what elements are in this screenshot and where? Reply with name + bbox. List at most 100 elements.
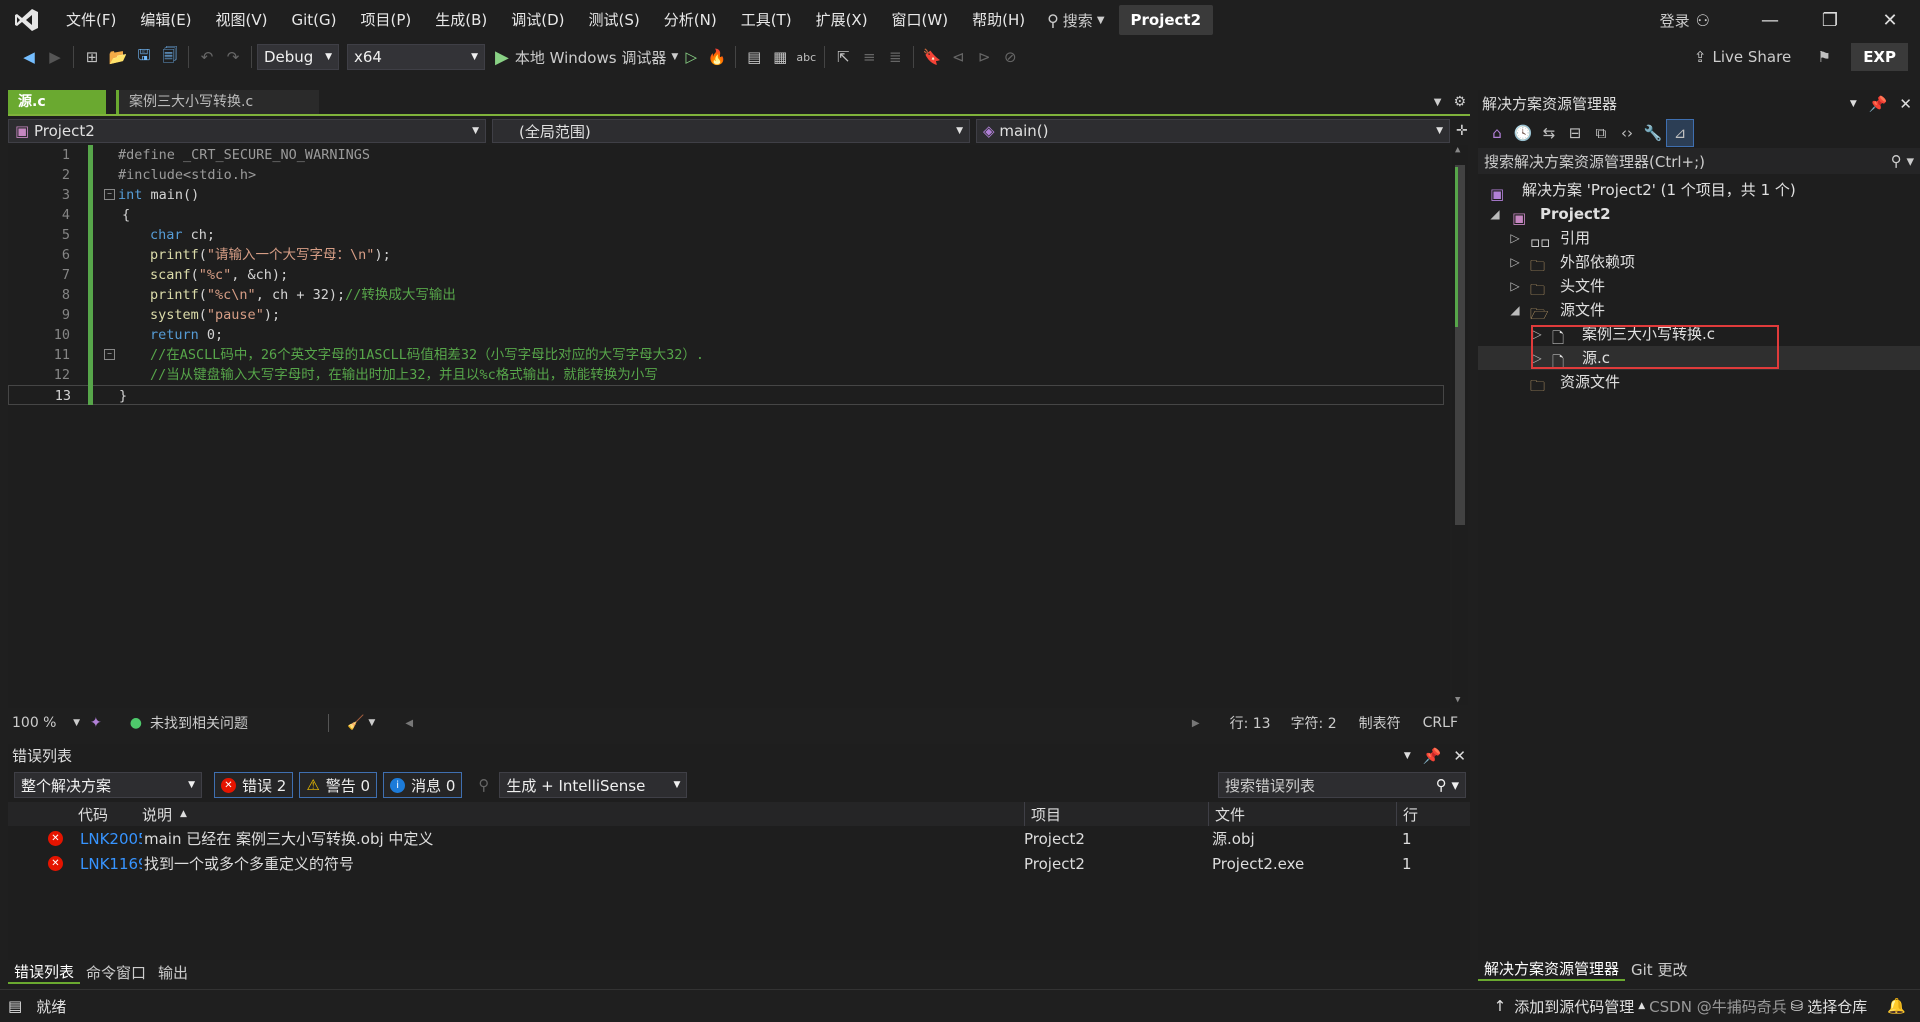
menu-help[interactable]: 帮助(H) [960, 0, 1037, 40]
scope-dropdown[interactable]: (全局范围) ▼ [492, 119, 970, 143]
eol-indicator[interactable]: CRLF [1423, 715, 1458, 731]
filter-icon[interactable]: ⚲ [478, 776, 489, 794]
tab-case-conversion-c[interactable]: 案例三大小写转换.c [116, 90, 319, 114]
exp-badge[interactable]: EXP [1851, 43, 1908, 71]
column-project[interactable]: 项目 [1024, 802, 1061, 826]
tab-output[interactable]: 输出 [152, 962, 194, 983]
tree-item-solution[interactable]: ▣ 解决方案 'Project2' (1 个项目，共 1 个) [1478, 178, 1920, 203]
member-dropdown[interactable]: ◈ main() ▼ [976, 119, 1450, 143]
scroll-right-icon[interactable]: ▶ [1192, 718, 1200, 729]
clear-bookmarks-icon[interactable]: ⊘ [997, 44, 1023, 70]
menu-git[interactable]: Git(G) [280, 0, 349, 40]
issues-status[interactable]: 未找到相关问题 [150, 713, 248, 733]
menu-debug[interactable]: 调试(D) [499, 0, 576, 40]
menu-window[interactable]: 窗口(W) [880, 0, 961, 40]
intellicode-icon[interactable]: ✦ [90, 715, 102, 731]
menu-analyze[interactable]: 分析(N) [652, 0, 729, 40]
expanded-arrow-icon[interactable]: ◢ [1488, 202, 1502, 226]
start-debugging-button[interactable]: ▶ 本地 Windows 调试器 ▼ [495, 47, 678, 68]
close-icon[interactable]: ✕ [1453, 744, 1466, 768]
forward-icon[interactable]: ▶ [42, 44, 68, 70]
menu-edit[interactable]: 编辑(E) [128, 0, 203, 40]
collapse-icon[interactable]: − [104, 189, 115, 200]
tab-source-c[interactable]: 源.c [8, 90, 106, 114]
tree-item-external-deps[interactable]: ▷ 🗀 外部依赖项 [1478, 250, 1920, 275]
menu-view[interactable]: 视图(V) [204, 0, 280, 40]
tab-solution-explorer[interactable]: 解决方案资源管理器 [1478, 958, 1626, 981]
tree-item-references[interactable]: ▷ ▫▫ 引用 [1478, 226, 1920, 251]
scroll-down-icon[interactable]: ▼ [1455, 695, 1460, 705]
properties-wrench-icon[interactable]: 🔧 [1640, 120, 1666, 146]
tree-item-header-files[interactable]: ▷ 🗀 头文件 [1478, 274, 1920, 299]
menu-extensions[interactable]: 扩展(X) [804, 0, 880, 40]
preview-icon[interactable]: ⊿ [1666, 119, 1694, 147]
live-share-button[interactable]: ⇪ Live Share [1694, 48, 1791, 66]
column-line[interactable]: 行 [1396, 802, 1418, 826]
column-file[interactable]: 文件 [1208, 802, 1245, 826]
panel-dropdown-icon[interactable]: ▼ [1404, 744, 1411, 768]
warnings-filter-button[interactable]: ⚠ 警告 0 [299, 772, 378, 798]
uncomment-icon[interactable]: ≣ [882, 44, 908, 70]
tab-git-changes[interactable]: Git 更改 [1625, 959, 1693, 980]
comment-icon[interactable]: ≡ [856, 44, 882, 70]
platform-select[interactable]: x64 ▼ [347, 44, 485, 70]
zoom-dropdown[interactable]: 100 % ▼ [8, 715, 84, 731]
column-code[interactable]: 代码 [78, 802, 108, 826]
sync-icon[interactable]: ⇆ [1536, 120, 1562, 146]
output-icon[interactable]: ▤ [8, 997, 22, 1015]
close-icon[interactable]: ✕ [1899, 92, 1912, 116]
build-source-select[interactable]: 生成 + IntelliSense ▼ [499, 772, 688, 798]
panel-dropdown-icon[interactable]: ▼ [1850, 92, 1857, 116]
error-row[interactable]: ✕ LNK2005 main 已经在 案例三大小写转换.obj 中定义 Proj… [8, 826, 1470, 851]
collapse-all-icon[interactable]: ⊟ [1562, 120, 1588, 146]
project-dropdown[interactable]: ▣ Project2 ▼ [8, 119, 486, 143]
settings-gear-icon[interactable]: ⚙ [1453, 94, 1466, 110]
tabs-indicator[interactable]: 制表符 [1359, 713, 1401, 733]
expanded-arrow-icon[interactable]: ◢ [1508, 298, 1522, 322]
open-folder-icon[interactable]: 📂 [105, 44, 131, 70]
code-editor[interactable]: 1 #define _CRT_SECURE_NO_WARNINGS 2 #inclu… [8, 145, 1468, 708]
undo-icon[interactable]: ↶ [194, 44, 220, 70]
tree-item-project[interactable]: ◢ ▣ Project2 [1478, 202, 1920, 227]
menu-test[interactable]: 测试(S) [577, 0, 652, 40]
error-code-link[interactable]: LNK2005 [80, 826, 142, 851]
visual-studio-logo-icon[interactable] [0, 0, 54, 40]
error-code-link[interactable]: LNK1169 [80, 851, 142, 876]
history-icon[interactable]: 🕓 [1510, 120, 1536, 146]
pin-icon[interactable]: 📌 [1423, 744, 1442, 768]
error-search-input[interactable]: 搜索错误列表 ⚲ ▾ [1218, 772, 1466, 798]
save-all-icon[interactable]: 🗐 [157, 44, 183, 70]
select-repository[interactable]: 选择仓库 [1807, 996, 1867, 1017]
scroll-up-icon[interactable]: ▲ [1455, 145, 1460, 155]
column-description[interactable]: 说明 ▲ [142, 802, 187, 826]
home-icon[interactable]: ⌂ [1484, 120, 1510, 146]
add-to-source-control[interactable]: 添加到源代码管理 [1514, 996, 1634, 1017]
collapse-icon[interactable]: − [104, 349, 115, 360]
tab-command-window[interactable]: 命令窗口 [80, 962, 152, 983]
login-link[interactable]: 登录 [1660, 10, 1690, 31]
solution-search-input[interactable]: 搜索解决方案资源管理器(Ctrl+;) ⚲ ▾ [1478, 148, 1920, 174]
errors-filter-button[interactable]: ✕ 错误 2 [214, 772, 294, 798]
error-row[interactable]: ✕ LNK1169 找到一个或多个多重定义的符号 Project2 Projec… [8, 851, 1470, 876]
split-editor-icon[interactable]: ✛ [1456, 123, 1468, 139]
tab-error-list[interactable]: 错误列表 [8, 961, 81, 984]
restore-button[interactable]: ❐ [1800, 0, 1860, 40]
close-button[interactable]: ✕ [1860, 0, 1920, 40]
spell-check-icon[interactable]: abc [793, 44, 819, 70]
menu-tools[interactable]: 工具(T) [729, 0, 804, 40]
menu-project[interactable]: 项目(P) [349, 0, 424, 40]
code-view-icon[interactable]: ‹› [1614, 120, 1640, 146]
cursor-select-icon[interactable]: ⇱ [830, 44, 856, 70]
account-icon[interactable]: ⚇ [1696, 11, 1710, 30]
minimize-button[interactable]: — [1740, 0, 1800, 40]
pin-icon[interactable]: 📌 [1869, 92, 1888, 116]
tree-item-source-files[interactable]: ◢ 🗁 源文件 [1478, 298, 1920, 323]
configuration-select[interactable]: Debug ▼ [257, 44, 339, 70]
collapsed-arrow-icon[interactable]: ▷ [1508, 226, 1522, 250]
save-icon[interactable]: 🖫 [131, 44, 157, 70]
tree-item-resource-files[interactable]: 🗀 资源文件 [1478, 370, 1920, 395]
search-button[interactable]: ⚲ 搜索 ▼ [1047, 10, 1104, 31]
notification-bell-icon[interactable]: 🔔 [1887, 997, 1906, 1015]
tab-list-dropdown-icon[interactable]: ▼ [1434, 97, 1442, 108]
hot-reload-icon[interactable]: 🔥 [704, 44, 730, 70]
